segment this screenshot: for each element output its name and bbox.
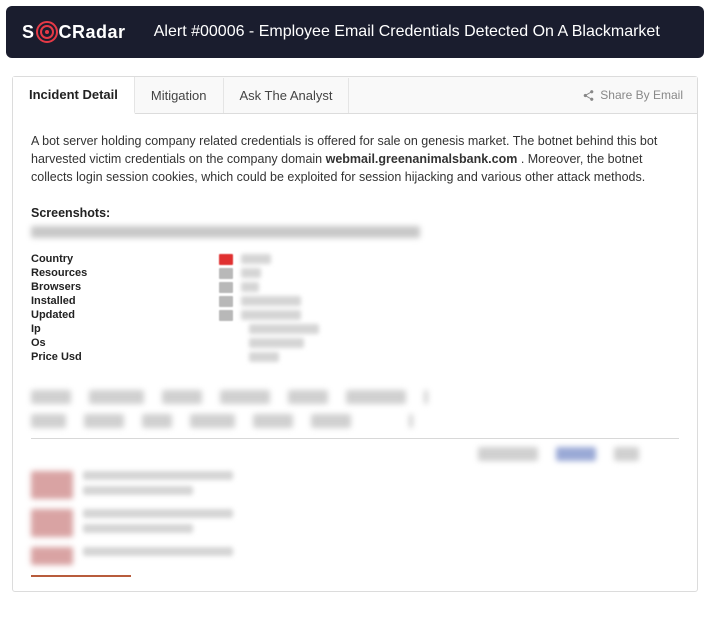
brand-logo: S CRadar (22, 21, 126, 43)
row-ip: Ip (31, 322, 679, 336)
row-installed: Installed (31, 294, 679, 308)
tab-incident-detail[interactable]: Incident Detail (13, 77, 135, 114)
incident-description: A bot server holding company related cre… (31, 132, 679, 186)
screenshots-heading: Screenshots: (31, 206, 679, 220)
brand-pre: S (22, 22, 35, 43)
label-country: Country (31, 253, 211, 265)
row-updated: Updated (31, 308, 679, 322)
row-resources: Resources (31, 266, 679, 280)
bot-details-table: Country Resources Browsers Installed Upd (31, 252, 679, 364)
label-browsers: Browsers (31, 281, 211, 293)
row-price: Price Usd (31, 350, 679, 364)
share-icon (582, 89, 595, 102)
redacted-value (249, 338, 304, 348)
incident-content: A bot server holding company related cre… (13, 114, 697, 591)
redacted-screenshot-area (31, 390, 679, 581)
label-resources: Resources (31, 267, 211, 279)
browser-icon (219, 282, 233, 293)
redacted-thumbnail (31, 509, 73, 537)
redacted-value (241, 310, 301, 320)
brand-post: CRadar (59, 22, 126, 43)
redacted-thumbnail (31, 471, 73, 499)
redacted-thumbnail (31, 547, 73, 565)
label-price: Price Usd (31, 351, 211, 363)
app-header: S CRadar Alert #00006 - Employee Email C… (6, 6, 704, 58)
badge-icon (219, 268, 233, 279)
tab-bar: Incident Detail Mitigation Ask The Analy… (13, 77, 697, 114)
tab-ask-analyst[interactable]: Ask The Analyst (224, 78, 350, 113)
alert-title: Alert #00006 - Employee Email Credential… (126, 22, 688, 41)
calendar-icon (219, 296, 233, 307)
row-country: Country (31, 252, 679, 266)
label-updated: Updated (31, 309, 211, 321)
redacted-value (241, 296, 301, 306)
label-ip: Ip (31, 323, 211, 335)
desc-domain: webmail.greenanimalsbank.com (326, 152, 518, 166)
redacted-footer (31, 575, 131, 581)
calendar-icon (219, 310, 233, 321)
redacted-value (249, 352, 279, 362)
redacted-value (241, 254, 271, 264)
radar-icon (36, 21, 58, 43)
redacted-value (241, 268, 261, 278)
redacted-value (249, 324, 319, 334)
redacted-value (241, 282, 259, 292)
flag-icon (219, 254, 233, 265)
share-by-email-button[interactable]: Share By Email (568, 88, 697, 102)
row-os: Os (31, 336, 679, 350)
incident-card: Incident Detail Mitigation Ask The Analy… (12, 76, 698, 592)
label-installed: Installed (31, 295, 211, 307)
share-label: Share By Email (600, 88, 683, 102)
row-browsers: Browsers (31, 280, 679, 294)
redacted-title-line (31, 226, 420, 238)
label-os: Os (31, 337, 211, 349)
tab-mitigation[interactable]: Mitigation (135, 78, 224, 113)
